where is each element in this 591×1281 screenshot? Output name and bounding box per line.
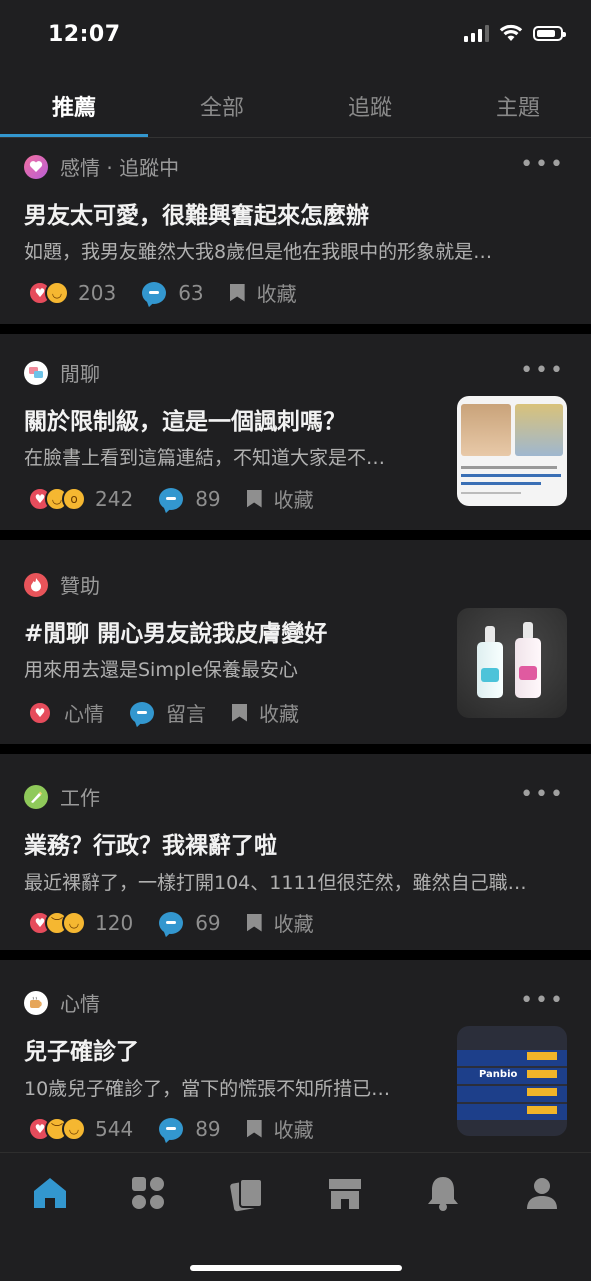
comment-icon[interactable] xyxy=(159,1117,184,1140)
laugh-reaction-icon: ◡ xyxy=(62,1116,86,1141)
post-title: 關於限制級，這是一個諷刺嗎？ xyxy=(24,409,346,435)
post-meta: 贊助 xyxy=(24,570,100,599)
post-card[interactable]: 工作 ••• 業務？行政？我裸辭了啦 最近裸辭了，一樣打開104、1111但很茫… xyxy=(0,754,591,950)
mood-forum-icon xyxy=(24,990,48,1015)
feed-tabs: 推薦 全部 追蹤 主題 xyxy=(0,75,591,138)
chat-forum-icon xyxy=(24,360,48,385)
bottom-nav xyxy=(0,1152,591,1281)
post-excerpt: 如題，我男友雖然大我8歲但是他在我眼中的形象就是… xyxy=(24,241,493,263)
tab-all[interactable]: 全部 xyxy=(148,75,296,137)
more-options-icon[interactable]: ••• xyxy=(520,154,565,176)
reaction-icons: ♥ ◡ o xyxy=(28,486,86,511)
profile-icon[interactable] xyxy=(522,1173,562,1213)
heart-forum-icon xyxy=(24,154,48,179)
post-stats: ♥ ︶ ◡ 120 69 收藏 xyxy=(28,908,314,937)
comment-count: 89 xyxy=(195,486,221,511)
bookmark-label[interactable]: 收藏 xyxy=(257,278,297,307)
post-card[interactable]: 心情 ••• 兒子確診了 10歲兒子確診了，當下的慌張不知所措已… ♥ ︶ ◡ … xyxy=(0,960,591,1152)
more-options-icon[interactable]: ••• xyxy=(520,990,565,1012)
like-count: 544 xyxy=(95,1116,134,1141)
comment-icon[interactable] xyxy=(159,487,184,510)
post-excerpt: 用來用去還是Simple保養最安心 xyxy=(24,659,298,681)
forum-label[interactable]: 心情 xyxy=(60,988,100,1017)
post-card[interactable]: 閒聊 ••• 關於限制級，這是一個諷刺嗎？ 在臉書上看到這篇連結，不知道大家是不… xyxy=(0,334,591,530)
cards-icon[interactable] xyxy=(226,1173,266,1213)
post-stats: ♥ ◡ o 242 89 收藏 xyxy=(28,484,314,513)
bookmark-icon[interactable] xyxy=(232,703,247,722)
post-stats: ♥ ◡ 203 63 收藏 xyxy=(28,278,297,307)
bookmark-label[interactable]: 收藏 xyxy=(274,484,314,513)
serum-bottles-thumbnail[interactable] xyxy=(457,608,567,718)
reaction-icons: ♥ ◡ xyxy=(28,280,69,305)
reaction-icons: ♥ ︶ ◡ xyxy=(28,910,86,935)
mood-label[interactable]: 心情 xyxy=(64,698,104,727)
panbio-test-kits-thumbnail[interactable]: Panbio xyxy=(457,1026,567,1136)
comment-icon[interactable] xyxy=(142,281,167,304)
signal-icon xyxy=(464,24,489,42)
comment-count: 63 xyxy=(178,280,204,305)
post-meta: 心情 xyxy=(24,988,100,1017)
status-bar: 12:07 xyxy=(0,0,591,75)
store-icon[interactable] xyxy=(325,1173,365,1213)
forum-label[interactable]: 閒聊 xyxy=(60,358,100,387)
like-count: 242 xyxy=(95,486,134,511)
forum-label[interactable]: 感情 · 追蹤中 xyxy=(60,152,179,181)
more-options-icon[interactable]: ••• xyxy=(520,784,565,806)
post-excerpt: 在臉書上看到這篇連結，不知道大家是不… xyxy=(24,447,386,469)
comment-label[interactable]: 留言 xyxy=(166,698,206,727)
status-icons xyxy=(464,24,566,42)
tab-topics[interactable]: 主題 xyxy=(444,75,591,137)
comment-icon[interactable] xyxy=(159,911,184,934)
bookmark-label[interactable]: 收藏 xyxy=(274,1114,314,1143)
battery-icon xyxy=(533,25,566,41)
post-title: 兒子確診了 xyxy=(24,1039,139,1065)
like-count: 120 xyxy=(95,910,134,935)
post-card[interactable]: 贊助 #閒聊 開心男友說我皮膚變好 用來用去還是Simple保養最安心 ♥ 心情… xyxy=(0,540,591,744)
wifi-icon xyxy=(499,24,523,41)
post-title: 男友太可愛，很難興奮起來怎麼辦 xyxy=(24,203,369,229)
tab-following[interactable]: 追蹤 xyxy=(296,75,444,137)
work-forum-icon xyxy=(24,784,48,809)
post-meta: 閒聊 xyxy=(24,358,100,387)
comment-count: 69 xyxy=(195,910,221,935)
forum-label[interactable]: 贊助 xyxy=(60,570,100,599)
news-screenshot-thumbnail[interactable] xyxy=(457,396,567,506)
heart-reaction-icon[interactable]: ♥ xyxy=(28,700,52,725)
reaction-icons: ♥ ︶ ◡ xyxy=(28,1116,86,1141)
bookmark-icon[interactable] xyxy=(246,913,262,932)
laugh-reaction-icon: ◡ xyxy=(62,910,86,935)
status-time: 12:07 xyxy=(48,22,121,47)
like-count: 203 xyxy=(78,280,117,305)
post-meta: 工作 xyxy=(24,782,100,811)
bookmark-label[interactable]: 收藏 xyxy=(259,698,299,727)
bell-icon[interactable] xyxy=(423,1173,463,1213)
post-title: #閒聊 開心男友說我皮膚變好 xyxy=(24,621,328,647)
post-stats: ♥ 心情 留言 收藏 xyxy=(28,698,299,727)
forum-label[interactable]: 工作 xyxy=(60,782,100,811)
active-tab-indicator xyxy=(0,134,148,137)
post-card[interactable]: 感情 · 追蹤中 ••• 男友太可愛，很難興奮起來怎麼辦 如題，我男友雖然大我8… xyxy=(0,138,591,324)
thumbnail-brand-text: Panbio xyxy=(479,1069,518,1080)
comment-count: 89 xyxy=(195,1116,221,1141)
more-options-icon[interactable]: ••• xyxy=(520,360,565,382)
post-stats: ♥ ︶ ◡ 544 89 收藏 xyxy=(28,1114,314,1143)
home-indicator[interactable] xyxy=(190,1265,402,1271)
post-excerpt: 10歲兒子確診了，當下的慌張不知所措已… xyxy=(24,1078,391,1100)
home-icon[interactable] xyxy=(30,1173,70,1213)
laugh-reaction-icon: ◡ xyxy=(45,280,69,305)
tab-recommended[interactable]: 推薦 xyxy=(0,75,148,137)
bookmark-icon[interactable] xyxy=(246,489,262,508)
comment-icon[interactable] xyxy=(130,701,154,724)
post-title: 業務？行政？我裸辭了啦 xyxy=(24,833,277,859)
wow-reaction-icon: o xyxy=(62,486,86,511)
forums-grid-icon[interactable] xyxy=(128,1173,168,1213)
bookmark-label[interactable]: 收藏 xyxy=(274,908,314,937)
bookmark-icon[interactable] xyxy=(229,283,245,302)
post-meta: 感情 · 追蹤中 xyxy=(24,152,179,181)
post-excerpt: 最近裸辭了，一樣打開104、1111但很茫然，雖然自己職… xyxy=(24,872,527,894)
bookmark-icon[interactable] xyxy=(246,1119,262,1138)
sponsor-flame-icon xyxy=(24,572,48,597)
